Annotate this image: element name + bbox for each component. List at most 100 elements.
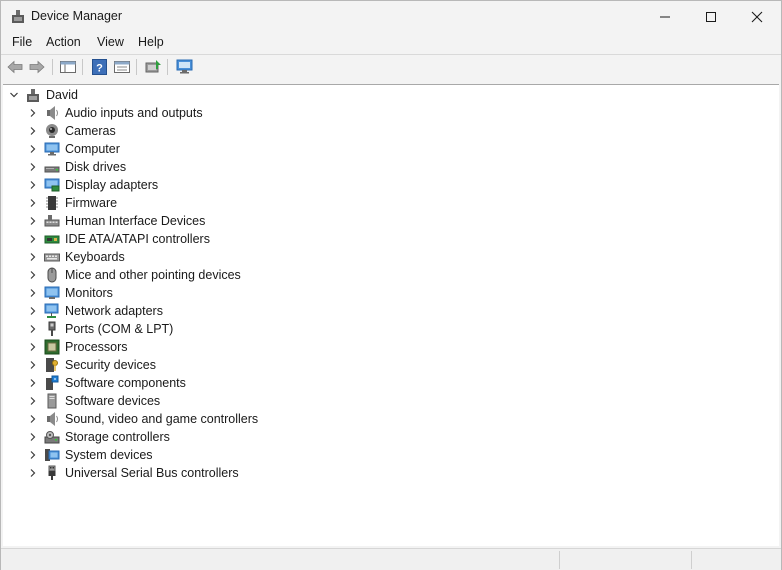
tree-node-label: Disk drives: [65, 160, 127, 174]
tree-node-storage-controllers[interactable]: Storage controllers: [3, 428, 403, 446]
close-icon: [751, 11, 763, 22]
expand-chevron[interactable]: [27, 431, 39, 443]
back-button[interactable]: [6, 58, 24, 76]
expand-chevron[interactable]: [27, 395, 39, 407]
menu-view[interactable]: View: [95, 35, 126, 49]
tree-node-security-devices[interactable]: Security devices: [3, 356, 403, 374]
status-bar: [1, 548, 781, 570]
tree-node-label: IDE ATA/ATAPI controllers: [65, 232, 210, 246]
tree-node-disk-drives[interactable]: Disk drives: [3, 158, 403, 176]
expand-chevron[interactable]: [27, 143, 39, 155]
tree-node-label: Audio inputs and outputs: [65, 106, 203, 120]
tree-node-label: System devices: [65, 448, 153, 462]
toolbar: ?: [1, 55, 781, 79]
tree-node-label: Software devices: [65, 394, 161, 408]
minimize-button[interactable]: [642, 1, 688, 32]
menu-help[interactable]: Help: [136, 35, 166, 49]
menu-file[interactable]: File: [10, 35, 34, 49]
expand-chevron[interactable]: [8, 89, 20, 101]
tree-node-software-components[interactable]: Software components: [3, 374, 403, 392]
display-adapter-icon: [44, 178, 60, 192]
chevron-right-icon: [30, 433, 36, 441]
tree-node-mice-and-other-pointing-devices[interactable]: Mice and other pointing devices: [3, 266, 403, 284]
tree-node-keyboards[interactable]: Keyboards: [3, 248, 403, 266]
show-hide-console-tree-button[interactable]: [59, 58, 77, 76]
expand-chevron[interactable]: [27, 413, 39, 425]
chevron-right-icon: [30, 181, 36, 189]
device-tree[interactable]: David Audio inputs and outputs Cameras C…: [3, 84, 779, 546]
expand-chevron[interactable]: [27, 251, 39, 263]
toolbar-separator: [82, 59, 83, 75]
title-bar[interactable]: Device Manager: [1, 1, 781, 32]
chevron-right-icon: [30, 217, 36, 225]
chevron-right-icon: [30, 343, 36, 351]
tree-node-label: Computer: [65, 142, 120, 156]
expand-chevron[interactable]: [27, 305, 39, 317]
expand-chevron[interactable]: [27, 233, 39, 245]
tree-node-label: Mice and other pointing devices: [65, 268, 241, 282]
chevron-right-icon: [30, 289, 36, 297]
expand-chevron[interactable]: [27, 107, 39, 119]
tree-node-computer[interactable]: Computer: [3, 140, 403, 158]
chevron-right-icon: [30, 163, 36, 171]
expand-chevron[interactable]: [27, 341, 39, 353]
help-button[interactable]: ?: [90, 58, 108, 76]
expand-chevron[interactable]: [27, 215, 39, 227]
expand-chevron[interactable]: [27, 449, 39, 461]
tree-root-label: David: [46, 88, 78, 102]
expand-chevron[interactable]: [27, 377, 39, 389]
maximize-button[interactable]: [688, 1, 734, 32]
storage-controller-icon: [44, 431, 60, 444]
chevron-right-icon: [30, 145, 36, 153]
sound-icon: [47, 412, 58, 426]
mouse-icon: [47, 267, 57, 283]
ide-controller-icon: [44, 235, 60, 244]
menu-action[interactable]: Action: [44, 35, 83, 49]
tree-node-ports-com-lpt[interactable]: Ports (COM & LPT): [3, 320, 403, 338]
expand-chevron[interactable]: [27, 287, 39, 299]
scan-hardware-button[interactable]: [175, 58, 193, 76]
expand-chevron[interactable]: [27, 125, 39, 137]
scan-hardware-icon: [176, 59, 192, 74]
tree-node-firmware[interactable]: Firmware: [3, 194, 403, 212]
chevron-right-icon: [30, 235, 36, 243]
tree-node-sound-video-and-game-controllers[interactable]: Sound, video and game controllers: [3, 410, 403, 428]
properties-button[interactable]: [113, 58, 131, 76]
expand-chevron[interactable]: [27, 467, 39, 479]
forward-icon: [29, 60, 45, 74]
tree-node-label: Keyboards: [65, 250, 125, 264]
expand-chevron[interactable]: [27, 323, 39, 335]
menu-bar: File Action View Help: [1, 32, 781, 54]
expand-chevron[interactable]: [27, 197, 39, 209]
chevron-right-icon: [30, 271, 36, 279]
tree-node-processors[interactable]: Processors: [3, 338, 403, 356]
status-bar-divider: [559, 551, 560, 569]
chevron-right-icon: [30, 397, 36, 405]
usb-icon: [48, 465, 56, 480]
computer-root-icon: [27, 89, 39, 102]
tree-node-label: Cameras: [65, 124, 116, 138]
tree-node-software-devices[interactable]: Software devices: [3, 392, 403, 410]
tree-node-human-interface-devices[interactable]: Human Interface Devices: [3, 212, 403, 230]
close-button[interactable]: [734, 1, 780, 32]
tree-node-network-adapters[interactable]: Network adapters: [3, 302, 403, 320]
chevron-right-icon: [30, 361, 36, 369]
expand-chevron[interactable]: [27, 269, 39, 281]
tree-node-universal-serial-bus-controllers[interactable]: Universal Serial Bus controllers: [3, 464, 403, 482]
tree-node-ide-ata-atapi-controllers[interactable]: IDE ATA/ATAPI controllers: [3, 230, 403, 248]
tree-node-system-devices[interactable]: System devices: [3, 446, 403, 464]
update-driver-button[interactable]: [144, 58, 162, 76]
tree-node-monitors[interactable]: Monitors: [3, 284, 403, 302]
tree-root-node[interactable]: David: [3, 86, 403, 104]
forward-button[interactable]: [28, 58, 46, 76]
hid-icon: [44, 215, 60, 227]
tree-node-cameras[interactable]: Cameras: [3, 122, 403, 140]
expand-chevron[interactable]: [27, 359, 39, 371]
chevron-right-icon: [30, 469, 36, 477]
expand-chevron[interactable]: [27, 179, 39, 191]
expand-chevron[interactable]: [27, 161, 39, 173]
tree-node-audio-inputs-and-outputs[interactable]: Audio inputs and outputs: [3, 104, 403, 122]
disk-drive-icon: [44, 166, 60, 173]
tree-node-display-adapters[interactable]: Display adapters: [3, 176, 403, 194]
security-key-icon: [46, 358, 58, 372]
